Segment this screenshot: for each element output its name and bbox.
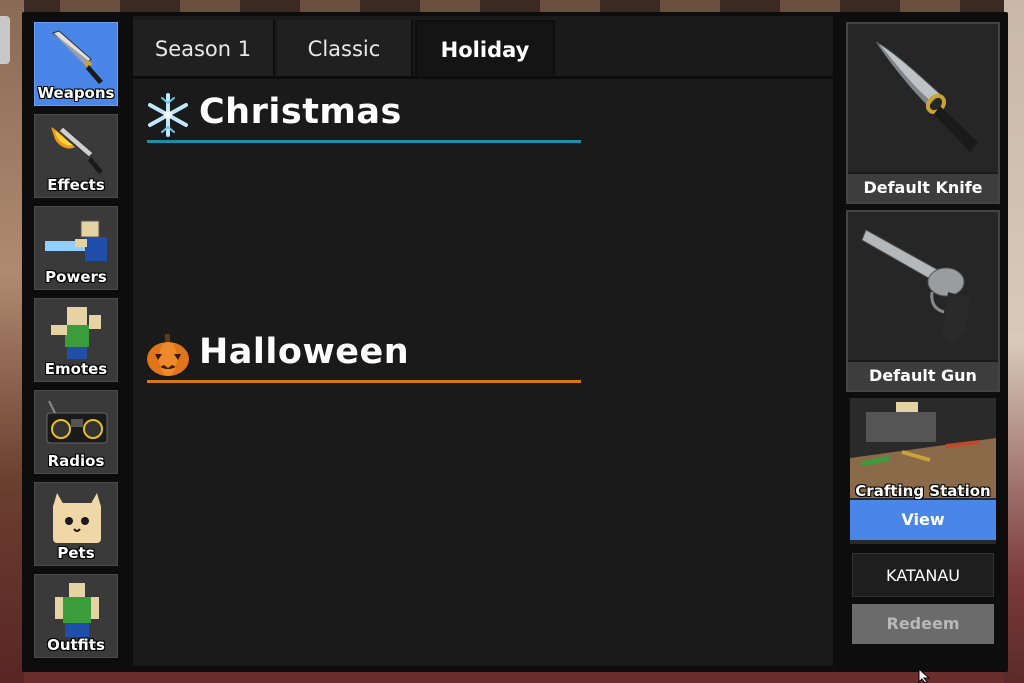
category-radios[interactable]: Radios: [34, 390, 118, 474]
category-pets[interactable]: Pets: [34, 482, 118, 566]
view-button[interactable]: View: [850, 500, 996, 540]
category-weapons[interactable]: Weapons: [34, 22, 118, 106]
category-label: Effects: [47, 176, 105, 194]
cat-pet-icon: [53, 493, 101, 543]
category-label: Weapons: [37, 84, 115, 102]
knife-icon: [52, 30, 103, 84]
background-scene-left: [0, 0, 24, 683]
flame-knife-icon: [51, 126, 103, 174]
equipped-gun-label: Default Gun: [848, 360, 998, 390]
category-outfits[interactable]: Outfits: [34, 574, 118, 658]
category-emotes[interactable]: Emotes: [34, 298, 118, 382]
category-label: Outfits: [47, 636, 105, 654]
character-emote-icon: [51, 307, 101, 359]
redeem-button[interactable]: Redeem: [852, 604, 994, 644]
category-label: Emotes: [44, 360, 108, 378]
section-title: Halloween: [199, 332, 410, 372]
main-panel: Season 1 Classic Holiday Christmas Hallo…: [133, 16, 833, 666]
tab-bar: Season 1 Classic Holiday: [133, 16, 833, 79]
equipped-knife-label: Default Knife: [848, 172, 998, 202]
side-menu-tab[interactable]: [0, 16, 10, 64]
tab-classic[interactable]: Classic: [277, 20, 413, 78]
knife-icon: [848, 24, 998, 174]
section-divider: [147, 380, 581, 383]
equipped-knife-slot[interactable]: Default Knife: [846, 22, 1000, 204]
revolver-icon: [848, 212, 998, 362]
tab-season-1[interactable]: Season 1: [133, 20, 275, 78]
character-power-icon: [45, 220, 107, 261]
snowflake-icon: [148, 93, 188, 137]
crafting-station-label: Crafting Station: [855, 482, 991, 500]
category-powers[interactable]: Powers: [34, 206, 118, 290]
tab-divider: [133, 76, 833, 79]
category-label: Radios: [47, 452, 105, 470]
crafting-station-card: Crafting Station View: [850, 398, 996, 544]
category-label: Pets: [57, 544, 95, 562]
category-effects[interactable]: Effects: [34, 114, 118, 198]
mouse-cursor-icon: [918, 668, 931, 683]
tab-holiday[interactable]: Holiday: [415, 20, 555, 78]
character-outfit-icon: [55, 583, 99, 637]
section-christmas: Christmas: [145, 86, 585, 143]
section-title: Christmas: [199, 92, 402, 132]
section-halloween: Halloween: [145, 326, 585, 383]
equipped-gun-slot[interactable]: Default Gun: [846, 210, 1000, 392]
code-input[interactable]: [852, 553, 994, 597]
pumpkin-icon: [147, 334, 189, 376]
boombox-icon: [46, 400, 108, 444]
section-divider: [147, 140, 581, 143]
category-label: Powers: [45, 268, 107, 286]
